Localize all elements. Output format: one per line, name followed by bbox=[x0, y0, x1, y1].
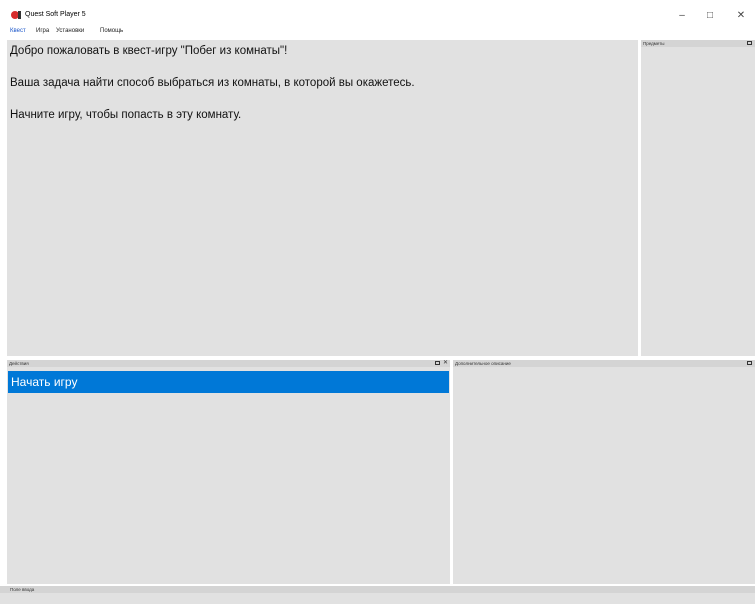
actions-pane-header: Действия ✕ bbox=[7, 360, 450, 367]
quest-text: Добро пожаловать в квест-игру "Побег из … bbox=[10, 43, 630, 139]
app-logo-icon bbox=[11, 11, 21, 19]
float-pane-icon[interactable] bbox=[435, 361, 440, 365]
minimize-icon: – bbox=[679, 9, 685, 21]
actions-pane[interactable]: Действия ✕ bbox=[7, 360, 450, 584]
actions-pane-title: Действия bbox=[9, 361, 29, 366]
float-pane-icon[interactable] bbox=[747, 41, 752, 45]
float-pane-icon[interactable] bbox=[747, 361, 752, 365]
quest-text-line: Начните игру, чтобы попасть в эту комнат… bbox=[10, 109, 242, 121]
input-pane-header: Поле ввода bbox=[0, 586, 755, 593]
maximize-icon: □ bbox=[706, 9, 714, 21]
menu-item-quest[interactable]: Квест bbox=[10, 27, 26, 35]
quest-text-line: Добро пожаловать в квест-игру "Побег из … bbox=[10, 45, 288, 57]
description-pane-header: Дополнительное описание bbox=[453, 360, 755, 367]
title-bar: Quest Soft Player 5 – □ ✕ bbox=[0, 0, 755, 24]
items-pane[interactable]: Предметы bbox=[641, 40, 755, 356]
items-pane-header: Предметы bbox=[641, 40, 755, 47]
window-title: Quest Soft Player 5 bbox=[25, 11, 86, 18]
menu-item-settings[interactable]: Установки bbox=[56, 27, 84, 35]
items-pane-title: Предметы bbox=[643, 41, 665, 46]
description-pane-title: Дополнительное описание bbox=[455, 361, 511, 366]
quest-text-line: Ваша задача найти способ выбраться из ко… bbox=[10, 77, 415, 89]
action-item-start-game[interactable]: Начать игру bbox=[8, 371, 449, 393]
close-icon: ✕ bbox=[736, 9, 746, 21]
input-pane-title: Поле ввода bbox=[10, 587, 35, 592]
menu-item-game[interactable]: Игра bbox=[36, 27, 49, 35]
menu-item-help[interactable]: Помощь bbox=[100, 27, 123, 35]
maximize-button[interactable]: □ bbox=[696, 6, 724, 24]
command-input[interactable] bbox=[0, 593, 755, 604]
close-pane-icon[interactable]: ✕ bbox=[443, 359, 448, 367]
menu-bar: Квест Игра Установки Помощь bbox=[0, 24, 755, 38]
minimize-button[interactable]: – bbox=[668, 6, 696, 24]
close-button[interactable]: ✕ bbox=[727, 6, 755, 24]
description-pane[interactable]: Дополнительное описание bbox=[453, 360, 755, 584]
